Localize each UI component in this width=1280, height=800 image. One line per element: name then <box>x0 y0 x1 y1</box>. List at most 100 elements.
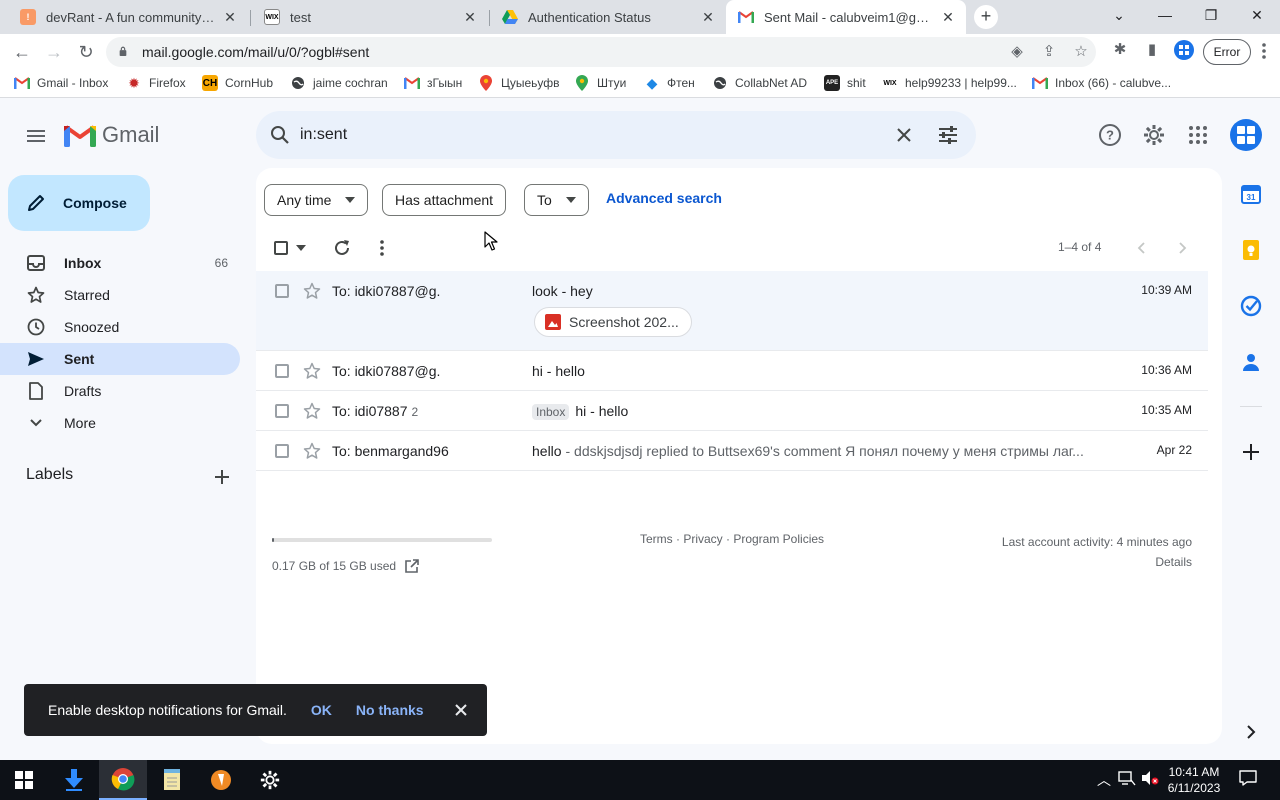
inbox-label-badge[interactable]: Inbox <box>532 404 570 420</box>
google-lens-icon[interactable]: ◈ <box>1008 43 1026 61</box>
restore-icon[interactable]: ❐ <box>1188 0 1234 30</box>
profile-avatar-icon[interactable] <box>1174 40 1194 60</box>
volume-muted-icon[interactable] <box>1140 770 1160 790</box>
browser-tab-test[interactable]: WIX test ✕ <box>252 0 488 34</box>
row-checkbox[interactable] <box>275 284 289 298</box>
row-checkbox[interactable] <box>275 404 289 418</box>
settings-app-icon[interactable] <box>246 760 294 800</box>
show-hidden-icons-icon[interactable]: ︿ <box>1094 770 1114 790</box>
fl-studio-app-icon[interactable] <box>197 760 245 800</box>
browser-tab-sent-mail[interactable]: Sent Mail - calubveim1@gmail.com ✕ <box>726 0 966 34</box>
search-input[interactable] <box>300 111 860 159</box>
star-icon[interactable] <box>303 282 321 300</box>
newer-page-icon[interactable] <box>1132 238 1152 258</box>
star-icon[interactable] <box>303 442 321 460</box>
tasks-icon[interactable] <box>1240 295 1262 317</box>
account-avatar-icon[interactable] <box>1230 119 1262 151</box>
bookmark-collabnet[interactable]: CollabNet AD <box>712 75 807 91</box>
calendar-icon[interactable]: 31 <box>1240 183 1262 205</box>
search-options-icon[interactable] <box>936 123 960 147</box>
windows-start-icon[interactable] <box>0 760 48 800</box>
close-tab-icon[interactable]: ✕ <box>222 9 238 25</box>
compose-button[interactable]: Compose <box>8 175 150 231</box>
star-icon[interactable] <box>303 402 321 420</box>
browser-tab-devrant[interactable]: ! devRant - A fun community for d ✕ <box>8 0 248 34</box>
email-row[interactable]: To: idki07887@g. look - hey 10:39 AM Scr… <box>256 271 1208 351</box>
bookmark-maps-2[interactable]: Штуи <box>574 75 626 91</box>
snackbar-ok-button[interactable]: OK <box>311 702 332 718</box>
close-tab-icon[interactable]: ✕ <box>700 9 716 25</box>
get-addons-icon[interactable] <box>1240 441 1262 463</box>
email-row[interactable]: To: benmargand96 hello - ddskjsdjsdj rep… <box>256 431 1208 471</box>
details-link[interactable]: Details <box>1002 552 1192 572</box>
add-label-icon[interactable] <box>212 467 232 487</box>
to-filter[interactable]: To <box>524 184 589 216</box>
advanced-search-link[interactable]: Advanced search <box>606 190 722 206</box>
nav-item-inbox[interactable]: Inbox 66 <box>0 247 240 279</box>
star-icon[interactable] <box>303 362 321 380</box>
extensions-icon[interactable]: ✱ <box>1110 40 1130 60</box>
share-icon[interactable]: ⇪ <box>1040 43 1058 61</box>
browser-tab-authentication[interactable]: Authentication Status ✕ <box>490 0 726 34</box>
main-menu-icon[interactable] <box>24 124 48 148</box>
forward-icon[interactable]: → <box>42 40 66 64</box>
close-tab-icon[interactable]: ✕ <box>940 9 956 25</box>
more-options-icon[interactable] <box>372 238 392 258</box>
select-all-checkbox[interactable] <box>274 241 288 255</box>
any-time-filter[interactable]: Any time <box>264 184 369 216</box>
settings-gear-icon[interactable] <box>1142 123 1166 147</box>
bookmark-jaime-cochran[interactable]: jaime cochran <box>290 75 388 91</box>
has-attachment-filter[interactable]: Has attachment <box>382 184 507 216</box>
show-side-panel-icon[interactable] <box>1240 721 1262 743</box>
bookmark-maps-1[interactable]: Цуыеьуфв <box>478 75 560 91</box>
select-dropdown-icon[interactable] <box>296 245 306 251</box>
nav-item-snoozed[interactable]: Snoozed <box>0 311 240 343</box>
bookmark-diamond[interactable]: ◆ Фтен <box>644 75 695 91</box>
snackbar-no-thanks-button[interactable]: No thanks <box>356 702 424 718</box>
network-icon[interactable] <box>1117 770 1137 790</box>
bookmark-help99233[interactable]: WIX help99233 | help99... <box>882 75 1017 91</box>
address-bar[interactable]: mail.google.com/mail/u/0/?ogbl#sent ◈ ⇪ … <box>106 37 1096 67</box>
side-panel-icon[interactable]: ▮ <box>1142 40 1162 60</box>
bookmark-cornhub[interactable]: CH CornHub <box>202 75 273 91</box>
nav-item-more[interactable]: More <box>0 407 240 439</box>
gmail-logo[interactable]: Gmail <box>64 122 159 148</box>
taskbar-clock[interactable]: 10:41 AM 6/11/2023 <box>1162 764 1226 796</box>
chrome-app-icon[interactable] <box>99 760 147 800</box>
older-page-icon[interactable] <box>1172 238 1192 258</box>
search-icon[interactable] <box>270 125 290 145</box>
minimize-icon[interactable]: — <box>1142 0 1188 30</box>
email-row[interactable]: To: idki07887@g. hi - hello 10:36 AM <box>256 351 1208 391</box>
bookmark-inbox-66[interactable]: Inbox (66) - calubve... <box>1032 75 1171 91</box>
bookmark-gmail-2[interactable]: зГыын <box>404 75 462 91</box>
nav-item-drafts[interactable]: Drafts <box>0 375 240 407</box>
keep-icon[interactable] <box>1240 239 1262 261</box>
open-external-icon[interactable] <box>404 558 420 574</box>
nav-item-sent[interactable]: Sent <box>0 343 240 375</box>
row-checkbox[interactable] <box>275 364 289 378</box>
browser-menu-icon[interactable] <box>1256 40 1272 62</box>
google-apps-icon[interactable] <box>1186 123 1210 147</box>
notification-center-icon[interactable] <box>1238 770 1258 790</box>
close-window-icon[interactable]: ✕ <box>1234 0 1280 30</box>
tab-search-icon[interactable]: ⌄ <box>1096 0 1142 30</box>
close-icon[interactable] <box>452 701 470 719</box>
bookmark-star-icon[interactable]: ☆ <box>1072 43 1090 61</box>
profile-error-button[interactable]: Error <box>1203 39 1251 65</box>
footer-links[interactable]: Terms · Privacy · Program Policies <box>640 532 824 546</box>
download-app-icon[interactable] <box>50 760 98 800</box>
bookmark-firefox[interactable]: ✹ Firefox <box>126 75 186 91</box>
notepad-app-icon[interactable] <box>148 760 196 800</box>
back-icon[interactable]: ← <box>10 40 34 64</box>
refresh-icon[interactable] <box>332 238 352 258</box>
attachment-chip[interactable]: Screenshot 202... <box>534 307 692 337</box>
reload-icon[interactable]: ↻ <box>74 40 98 64</box>
clear-search-icon[interactable] <box>892 123 916 147</box>
help-icon[interactable]: ? <box>1098 123 1122 147</box>
bookmark-shit[interactable]: APE shit <box>824 75 866 91</box>
new-tab-button[interactable]: + <box>974 5 998 29</box>
nav-item-starred[interactable]: Starred <box>0 279 240 311</box>
email-row[interactable]: To: idi07887 2 Inbox hi - hello 10:35 AM <box>256 391 1208 431</box>
close-tab-icon[interactable]: ✕ <box>462 9 478 25</box>
contacts-icon[interactable] <box>1240 351 1262 373</box>
